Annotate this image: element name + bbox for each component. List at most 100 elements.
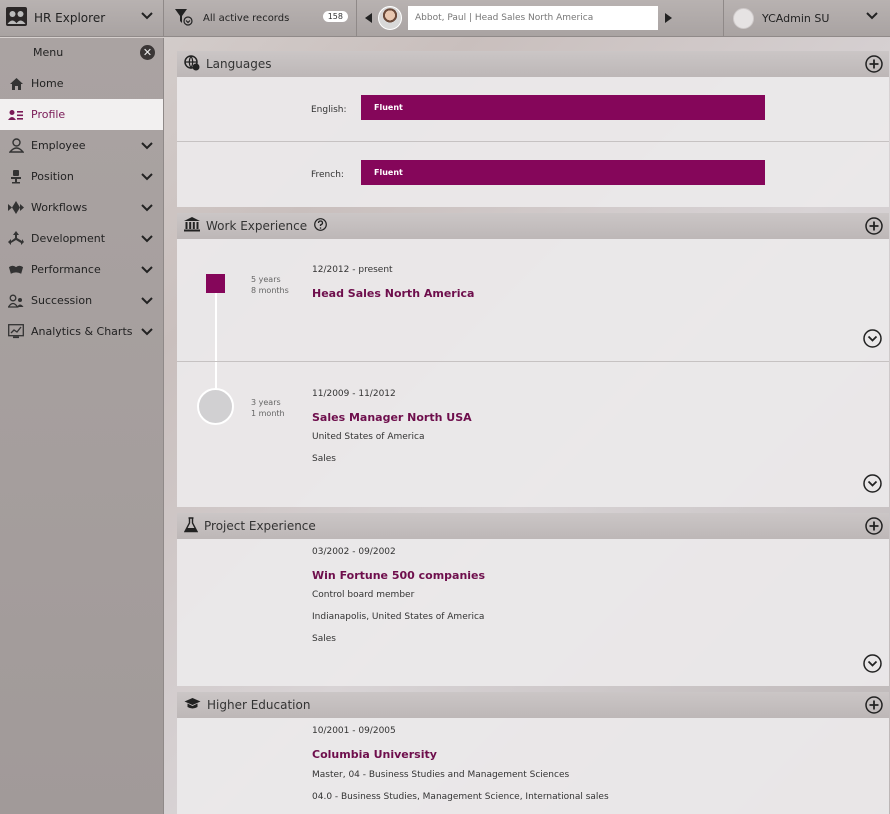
app-switcher[interactable]: HR Explorer [0, 0, 164, 37]
sidebar: Menu ✕ Home Profile Employee Position Wo… [0, 38, 164, 814]
work-entry: 5 years 8 months 12/2012 - present Head S… [177, 239, 889, 362]
entry-country: United States of America [312, 432, 425, 442]
filter-icon[interactable] [174, 8, 194, 29]
sidebar-item-home[interactable]: Home [0, 68, 163, 99]
language-level-bar[interactable]: Fluent [361, 160, 765, 185]
performance-icon [8, 262, 24, 278]
chevron-down-icon[interactable] [141, 140, 153, 153]
chevron-down-icon[interactable] [141, 171, 153, 184]
user-avatar [733, 7, 754, 29]
user-menu[interactable]: YCAdmin SU [724, 0, 890, 37]
language-row: English: Fluent [177, 77, 889, 142]
employee-avatar [378, 6, 402, 30]
add-project-icon[interactable] [865, 517, 883, 538]
section-title: Languages [206, 57, 272, 71]
sidebar-item-workflows[interactable]: Workflows [0, 192, 163, 223]
languages-header: Languages [177, 51, 889, 77]
sidebar-item-label: Performance [31, 263, 101, 276]
work-experience-panel: 5 years 8 months 12/2012 - present Head S… [177, 239, 889, 507]
entry-title[interactable]: Sales Manager North USA [312, 411, 472, 424]
sidebar-item-succession[interactable]: Succession [0, 285, 163, 316]
project-entry: 03/2002 - 09/2002 Win Fortune 500 compan… [177, 539, 889, 686]
chair-icon [8, 169, 24, 185]
people-icon [6, 7, 27, 29]
workflow-icon [8, 200, 24, 216]
timeline-current-marker [206, 274, 225, 293]
chevron-down-icon[interactable] [141, 233, 153, 246]
chevron-down-icon[interactable] [141, 295, 153, 308]
add-language-icon[interactable] [865, 55, 883, 76]
entry-dates: 10/2001 - 09/2005 [312, 726, 396, 736]
sidebar-item-development[interactable]: Development [0, 223, 163, 254]
section-title: Work Experience [206, 219, 308, 233]
add-work-experience-icon[interactable] [865, 217, 883, 238]
record-filter[interactable]: All active records 158 [164, 0, 357, 37]
entry-title[interactable]: Win Fortune 500 companies [312, 569, 485, 582]
language-row: French: Fluent [177, 142, 889, 207]
current-record-field[interactable]: Abbot, Paul | Head Sales North America [408, 6, 658, 30]
section-title: Project Experience [204, 519, 316, 533]
higher-education-header: Higher Education [177, 692, 889, 718]
timeline-past-marker [197, 388, 234, 425]
duration-years: 3 years [251, 398, 281, 407]
sidebar-item-label: Succession [31, 294, 93, 307]
sidebar-item-position[interactable]: Position [0, 161, 163, 192]
sidebar-item-label: Employee [31, 139, 86, 152]
sidebar-item-label: Development [31, 232, 106, 245]
record-navigator: Abbot, Paul | Head Sales North America [357, 0, 724, 37]
chevron-down-icon[interactable] [141, 202, 153, 215]
graduation-cap-icon [184, 697, 201, 713]
entry-title[interactable]: Columbia University [312, 748, 437, 761]
project-experience-panel: 03/2002 - 09/2002 Win Fortune 500 compan… [177, 539, 889, 686]
next-record-icon[interactable] [665, 13, 672, 23]
record-count-badge: 158 [322, 10, 348, 22]
sidebar-item-employee[interactable]: Employee [0, 130, 163, 161]
chevron-down-icon[interactable] [141, 10, 153, 23]
entry-department: Sales [312, 454, 336, 464]
entry-location: Indianapolis, United States of America [312, 612, 485, 622]
duration-months: 1 month [251, 409, 285, 418]
work-entry: 3 years 1 month 11/2009 - 11/2012 Sales M… [177, 362, 889, 507]
language-level-bar[interactable]: Fluent [361, 95, 765, 120]
expand-icon[interactable] [863, 654, 882, 676]
sidebar-item-performance[interactable]: Performance [0, 254, 163, 285]
help-icon[interactable] [314, 218, 328, 234]
chevron-down-icon[interactable] [141, 326, 153, 339]
app-name: HR Explorer [34, 11, 106, 25]
higher-education-panel: 10/2001 - 09/2005 Columbia University Ma… [177, 718, 889, 814]
profile-content: Languages English: Fluent French: Fluent… [177, 38, 889, 814]
menu-label: Menu [33, 46, 64, 59]
duration: 3 years 1 month [251, 397, 285, 419]
project-experience-header: Project Experience [177, 513, 889, 539]
add-education-icon[interactable] [865, 696, 883, 717]
development-icon [8, 231, 24, 247]
entry-field: 04.0 - Business Studies, Management Scie… [312, 792, 609, 802]
entry-title[interactable]: Head Sales North America [312, 287, 474, 300]
entry-dates: 03/2002 - 09/2002 [312, 547, 396, 557]
close-menu-icon[interactable]: ✕ [140, 45, 155, 60]
languages-icon [184, 54, 200, 74]
entry-dates: 12/2012 - present [312, 265, 393, 275]
duration-months: 8 months [251, 286, 289, 295]
expand-icon[interactable] [863, 474, 882, 496]
previous-record-icon[interactable] [365, 13, 372, 23]
sidebar-item-analytics[interactable]: Analytics & Charts [0, 316, 163, 347]
filter-label: All active records [203, 12, 290, 24]
entry-dates: 11/2009 - 11/2012 [312, 389, 396, 399]
succession-icon [8, 293, 24, 309]
sidebar-item-label: Analytics & Charts [31, 325, 133, 338]
sidebar-item-profile[interactable]: Profile [0, 99, 163, 130]
entry-role: Control board member [312, 590, 415, 600]
expand-icon[interactable] [863, 329, 882, 351]
sidebar-item-label: Home [31, 77, 64, 90]
sidebar-item-label: Workflows [31, 201, 88, 214]
chart-icon [8, 324, 24, 340]
section-title: Higher Education [207, 698, 311, 712]
work-experience-header: Work Experience [177, 213, 889, 239]
duration: 5 years 8 months [251, 274, 289, 296]
language-label: French: [311, 170, 344, 180]
top-bar: HR Explorer All active records 158 Abbot… [0, 0, 890, 37]
flask-icon [183, 516, 199, 536]
chevron-down-icon[interactable] [141, 264, 153, 277]
chevron-down-icon[interactable] [866, 10, 878, 23]
